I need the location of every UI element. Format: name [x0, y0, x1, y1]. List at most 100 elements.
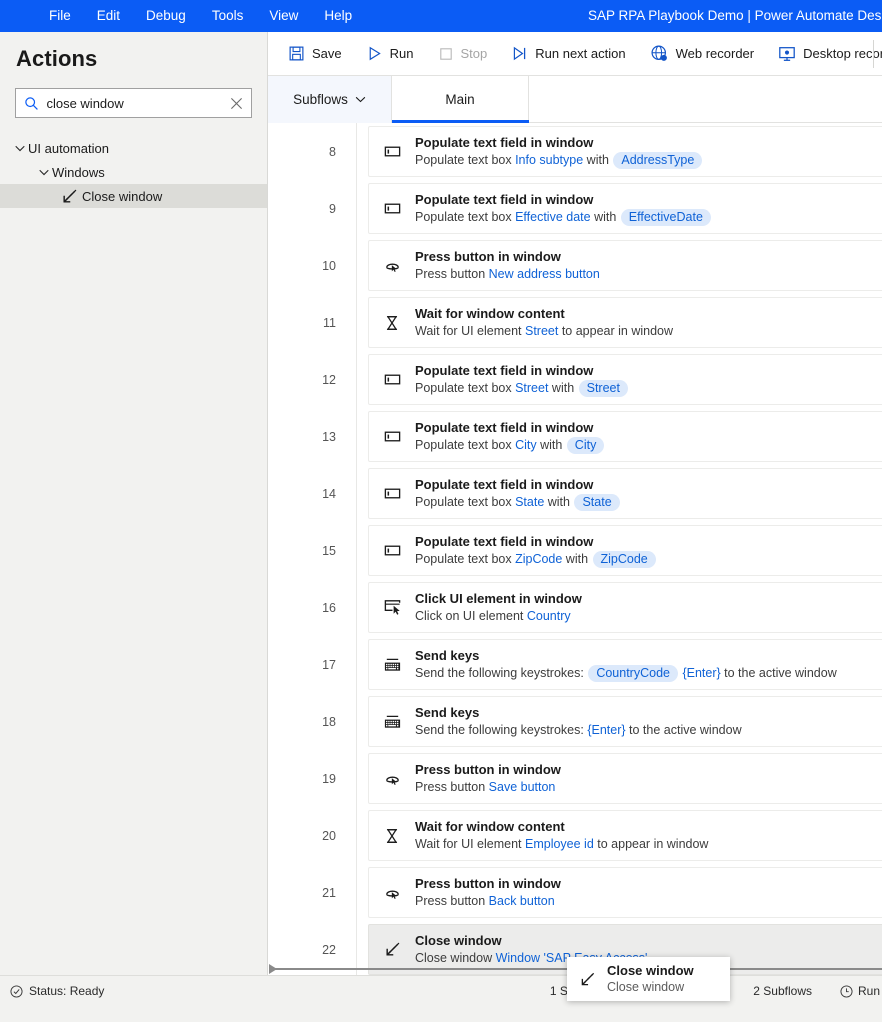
action-param-link[interactable]: {Enter} [587, 723, 625, 737]
tab-subflows[interactable]: Subflows [268, 76, 392, 123]
keyboard-icon [369, 655, 415, 674]
menu-item-debug[interactable]: Debug [133, 0, 199, 32]
desktop-recorder-button[interactable]: Desktop recorder [768, 38, 882, 70]
action-variable-chip[interactable]: ZipCode [592, 551, 656, 568]
close-window-icon [369, 940, 415, 959]
action-row[interactable]: 20 Wait for window content Wait for UI ele… [268, 807, 882, 864]
action-title: Press button in window [415, 249, 561, 264]
toolbar-divider [873, 40, 874, 68]
toolbar-button-label: Run next action [535, 46, 626, 61]
action-row[interactable]: 17 Send keys Send the following keystrokes… [268, 636, 882, 693]
action-text: Send the following keystrokes: [415, 666, 588, 680]
action-card[interactable]: Wait for window content Wait for UI eleme… [368, 810, 882, 861]
action-card[interactable]: Press button in window Press button Back … [368, 867, 882, 918]
action-param-link[interactable]: Effective date [515, 210, 591, 224]
run-delay[interactable]: Run [840, 984, 882, 998]
tab-main[interactable]: Main [392, 76, 529, 123]
action-row[interactable]: 15 Populate text field in window Populate … [268, 522, 882, 579]
actions-search-box[interactable] [15, 88, 252, 118]
action-text: Send the following keystrokes: [415, 723, 588, 737]
action-row[interactable]: 13 Populate text field in window Populate … [268, 408, 882, 465]
chevron-down-icon[interactable] [12, 142, 28, 154]
action-text: Populate text box [415, 153, 516, 167]
action-row-number: 17 [322, 657, 336, 672]
action-row[interactable]: 16 Click UI element in window Click on UI … [268, 579, 882, 636]
chevron-down-icon[interactable] [36, 166, 52, 178]
tab-main-label: Main [445, 92, 475, 107]
action-param-link[interactable]: ZipCode [515, 552, 562, 566]
clear-search-icon[interactable] [222, 97, 251, 110]
web-recorder-button[interactable]: Web recorder [640, 38, 765, 70]
action-card[interactable]: Populate text field in window Populate te… [368, 126, 882, 177]
action-row[interactable]: 21 Press button in window Press button Bac… [268, 864, 882, 921]
action-row[interactable]: 9 Populate text field in window Populate t… [268, 180, 882, 237]
action-card[interactable]: Populate text field in window Populate te… [368, 354, 882, 405]
action-variable-chip[interactable]: Street [578, 380, 628, 397]
action-variable-chip[interactable]: AddressType [613, 152, 703, 169]
action-card[interactable]: Wait for window content Wait for UI eleme… [368, 297, 882, 348]
menu-item-edit[interactable]: Edit [84, 0, 133, 32]
status-text: Status: Ready [29, 984, 105, 998]
action-text: Wait for UI element [415, 837, 525, 851]
flow-canvas[interactable]: 8 Populate text field in window Populate t… [268, 123, 882, 975]
action-row-number: 9 [329, 201, 336, 216]
action-variable-chip[interactable]: EffectiveDate [620, 209, 711, 226]
action-param-link[interactable]: New address button [489, 267, 600, 281]
action-row-number: 20 [322, 828, 336, 843]
action-card[interactable]: Populate text field in window Populate te… [368, 468, 882, 519]
tree-item-windows[interactable]: Windows [0, 160, 267, 184]
actions-tree: UI automation Windows Close window [0, 136, 267, 208]
action-description: Send the following keystrokes: {Enter} t… [415, 722, 882, 739]
save-icon [288, 45, 305, 62]
action-card-text: Wait for window content Wait for UI eleme… [415, 305, 882, 340]
action-card[interactable]: Populate text field in window Populate te… [368, 183, 882, 234]
run-next-action-button[interactable]: Run next action [501, 38, 635, 70]
action-variable-chip[interactable]: CountryCode [588, 665, 678, 682]
action-text: Press button [415, 267, 489, 281]
action-text: Click on UI element [415, 609, 527, 623]
action-row[interactable]: 12 Populate text field in window Populate … [268, 351, 882, 408]
menu-bar: File Edit Debug Tools View Help [36, 0, 365, 32]
action-variable-chip[interactable]: State [574, 494, 620, 511]
action-param-link[interactable]: Employee id [525, 837, 594, 851]
action-param-link[interactable]: Back button [489, 894, 555, 908]
actions-sidebar: Actions UI automation Windows Close window [0, 32, 268, 975]
action-row-number: 12 [322, 372, 336, 387]
action-row[interactable]: 19 Press button in window Press button Sav… [268, 750, 882, 807]
menu-item-file[interactable]: File [36, 0, 84, 32]
save-button[interactable]: Save [278, 38, 352, 70]
action-card[interactable]: Send keys Send the following keystrokes: … [368, 696, 882, 747]
tree-item-ui-automation[interactable]: UI automation [0, 136, 267, 160]
action-card[interactable]: Press button in window Press button New a… [368, 240, 882, 291]
action-row[interactable]: 11 Wait for window content Wait for UI ele… [268, 294, 882, 351]
action-param-link[interactable]: Info subtype [515, 153, 583, 167]
menu-item-help[interactable]: Help [311, 0, 365, 32]
action-param-link[interactable]: Country [527, 609, 571, 623]
action-row[interactable]: 8 Populate text field in window Populate t… [268, 123, 882, 180]
action-card[interactable]: Populate text field in window Populate te… [368, 411, 882, 462]
action-text: Close window [415, 951, 496, 965]
action-card[interactable]: Populate text field in window Populate te… [368, 525, 882, 576]
action-card-text: Send keys Send the following keystrokes: … [415, 704, 882, 739]
action-card[interactable]: Click UI element in window Click on UI el… [368, 582, 882, 633]
action-row[interactable]: 18 Send keys Send the following keystrokes… [268, 693, 882, 750]
action-param-link[interactable]: Save button [489, 780, 556, 794]
tree-item-label: UI automation [28, 140, 109, 156]
action-title: Close window [415, 933, 502, 948]
action-param-link[interactable]: {Enter} [679, 666, 720, 680]
action-row[interactable]: 10 Press button in window Press button New… [268, 237, 882, 294]
action-card[interactable]: Press button in window Press button Save … [368, 753, 882, 804]
tree-item-close-window[interactable]: Close window [0, 184, 267, 208]
menu-item-view[interactable]: View [256, 0, 311, 32]
run-button[interactable]: Run [356, 38, 424, 70]
action-variable-chip[interactable]: City [566, 437, 605, 454]
action-card[interactable]: Send keys Send the following keystrokes: … [368, 639, 882, 690]
menu-item-tools[interactable]: Tools [199, 0, 257, 32]
action-param-link[interactable]: City [515, 438, 537, 452]
text-field-icon [369, 370, 415, 389]
action-row[interactable]: 14 Populate text field in window Populate … [268, 465, 882, 522]
action-param-link[interactable]: Street [525, 324, 558, 338]
action-param-link[interactable]: State [515, 495, 544, 509]
search-input[interactable] [46, 95, 223, 111]
action-param-link[interactable]: Street [515, 381, 548, 395]
